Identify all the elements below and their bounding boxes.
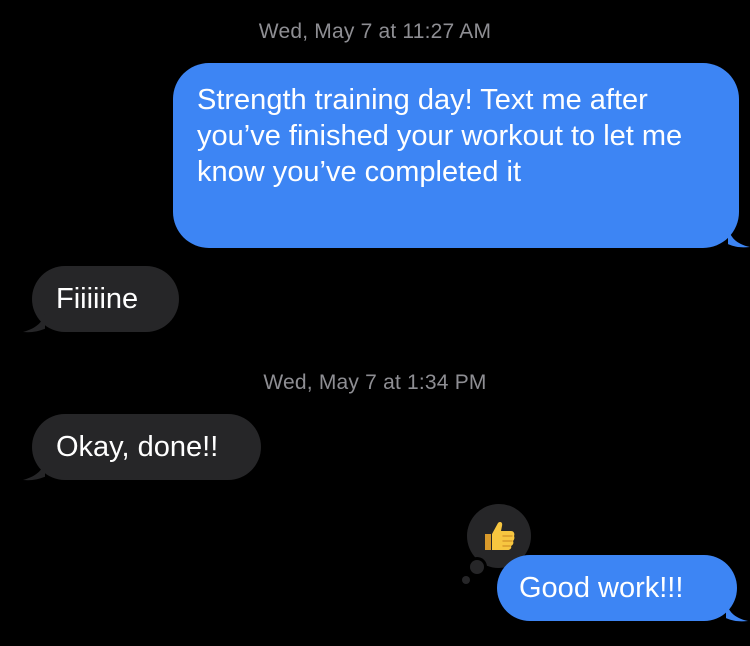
sent-message-bubble[interactable]: Good work!!! (497, 555, 737, 621)
bubble-tail (728, 227, 750, 248)
tapback-dot (462, 576, 470, 584)
received-message-bubble[interactable]: Fiiiiine (32, 266, 179, 332)
message-text: Okay, done!! (56, 431, 219, 463)
received-message-bubble[interactable]: Okay, done!! (32, 414, 261, 480)
message-text: Fiiiiine (56, 283, 139, 315)
tapback-dot (470, 560, 484, 574)
message-text: Strength training day! Text me after you… (197, 84, 683, 188)
bubble-tail (23, 312, 45, 333)
sent-message-bubble[interactable]: Strength training day! Text me after you… (173, 63, 739, 248)
timestamp-label: Wed, May 7 at 11:27 AM (258, 20, 492, 43)
message-text: Good work!!! (519, 572, 684, 604)
thumbs-up-icon (485, 522, 515, 550)
timestamp-label: Wed, May 7 at 1:34 PM (263, 371, 487, 394)
bubble-tail (23, 460, 45, 481)
bubble-tail (726, 601, 748, 622)
